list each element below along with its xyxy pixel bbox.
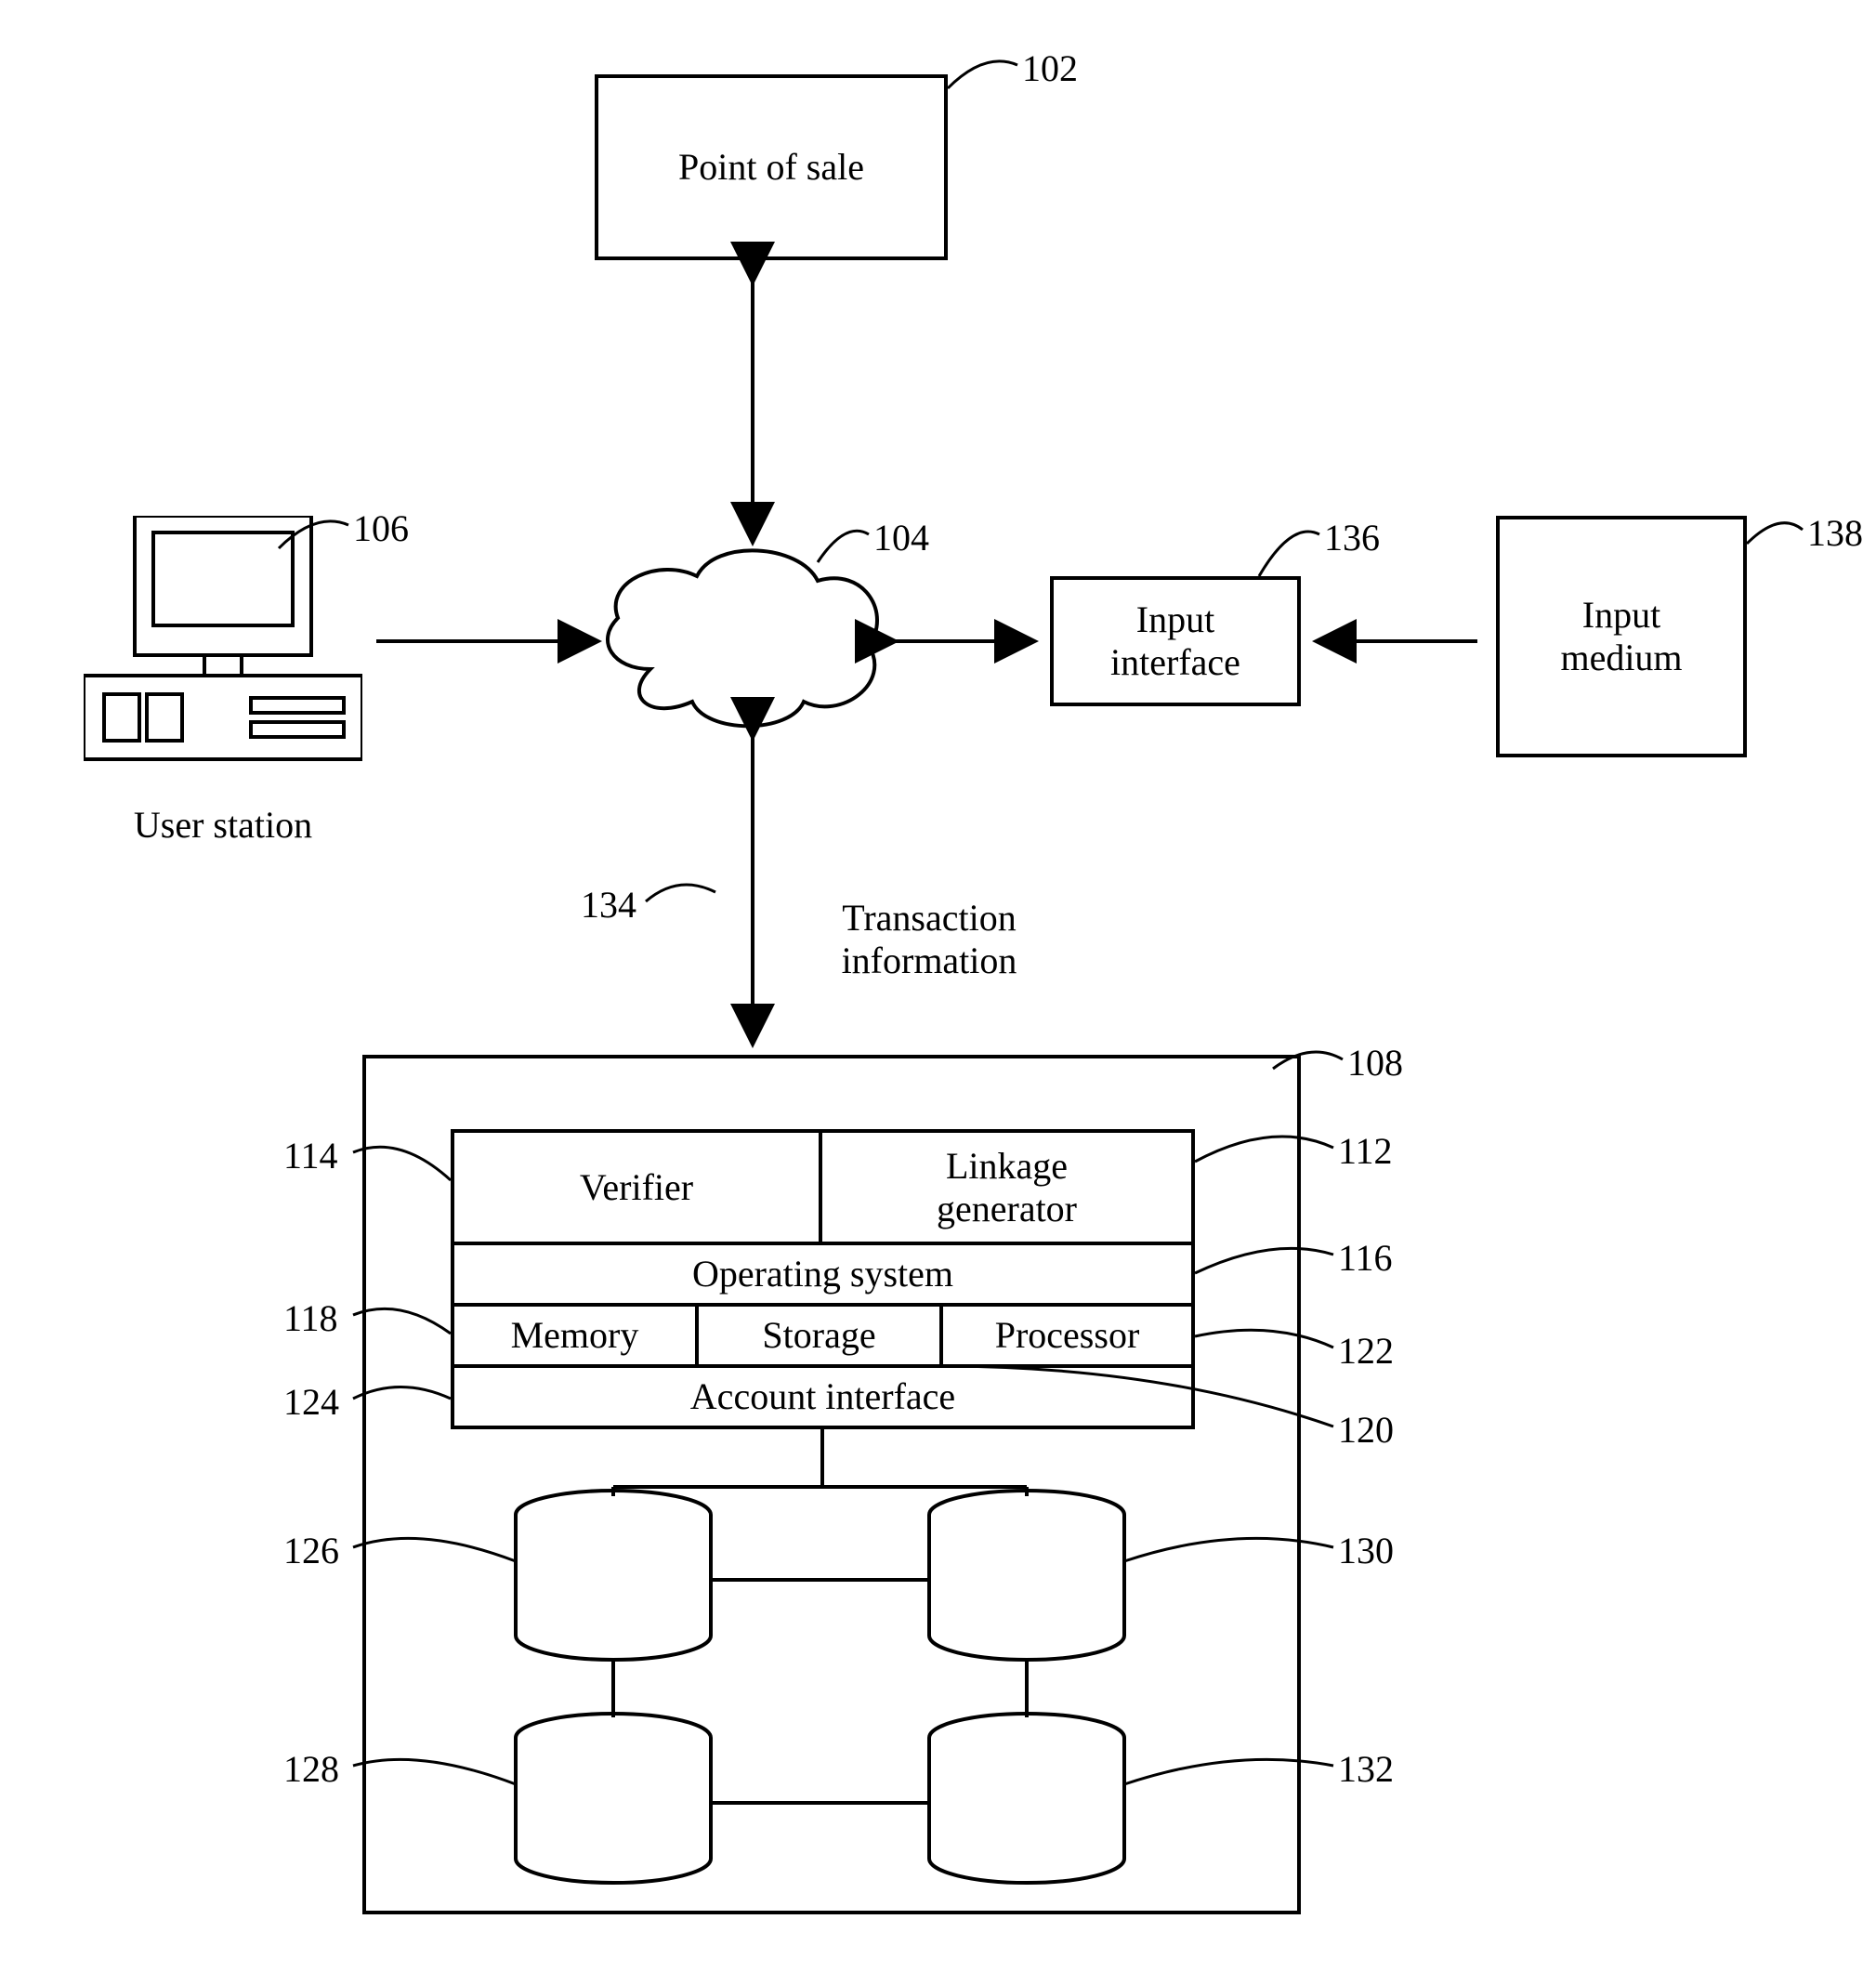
account-if-label: Account interface xyxy=(690,1375,955,1418)
ref-102: 102 xyxy=(1022,46,1078,90)
memory-box: Memory xyxy=(451,1303,699,1368)
user-station-label: User station xyxy=(93,804,353,847)
ref-138: 138 xyxy=(1807,511,1863,555)
network-label: Network xyxy=(664,618,822,661)
ref-122: 122 xyxy=(1338,1329,1394,1373)
input-interface-box: Input interface xyxy=(1050,576,1301,706)
diagram-stage: Point of sale Input interface Input medi… xyxy=(0,0,1876,1985)
ref-120: 120 xyxy=(1338,1408,1394,1452)
pos-label: Point of sale xyxy=(678,146,864,189)
os-box: Operating system xyxy=(451,1242,1195,1307)
ref-124: 124 xyxy=(283,1380,339,1424)
storage-label: Storage xyxy=(762,1314,875,1357)
ref-118: 118 xyxy=(283,1296,338,1340)
reward-label: Reward accounts xyxy=(516,1766,711,1851)
linkage-gen-label: Linkage generator xyxy=(937,1145,1077,1230)
credit-label: Credit accounts xyxy=(516,1543,711,1628)
ref-114: 114 xyxy=(283,1134,338,1177)
prepaid-label: Prepaid accounts xyxy=(929,1766,1124,1851)
memory-label: Memory xyxy=(511,1314,639,1357)
ref-104: 104 xyxy=(873,516,929,559)
ref-106: 106 xyxy=(353,506,409,550)
debit-label: Debit accounts xyxy=(929,1543,1124,1628)
verifier-label: Verifier xyxy=(580,1166,693,1209)
account-if-box: Account interface xyxy=(451,1364,1195,1429)
input-medium-label: Input medium xyxy=(1560,594,1682,679)
os-label: Operating system xyxy=(692,1253,953,1295)
ref-108: 108 xyxy=(1347,1041,1403,1085)
ref-126: 126 xyxy=(283,1529,339,1572)
ref-130: 130 xyxy=(1338,1529,1394,1572)
ref-136: 136 xyxy=(1324,516,1380,559)
processor-box: Processor xyxy=(939,1303,1195,1368)
ref-116: 116 xyxy=(1338,1236,1393,1280)
ref-132: 132 xyxy=(1338,1747,1394,1791)
user-station-icon xyxy=(84,516,362,785)
transaction-info-label: Transaction information xyxy=(808,897,1050,982)
input-interface-label: Input interface xyxy=(1110,598,1240,684)
pos-box: Point of sale xyxy=(595,74,948,260)
processor-label: Processor xyxy=(995,1314,1140,1357)
ref-134: 134 xyxy=(581,883,636,927)
storage-box: Storage xyxy=(695,1303,943,1368)
ref-128: 128 xyxy=(283,1747,339,1791)
linkage-gen-box: Linkage generator xyxy=(819,1129,1195,1245)
input-medium-box: Input medium xyxy=(1496,516,1747,757)
verifier-box: Verifier xyxy=(451,1129,822,1245)
ref-112: 112 xyxy=(1338,1129,1393,1173)
